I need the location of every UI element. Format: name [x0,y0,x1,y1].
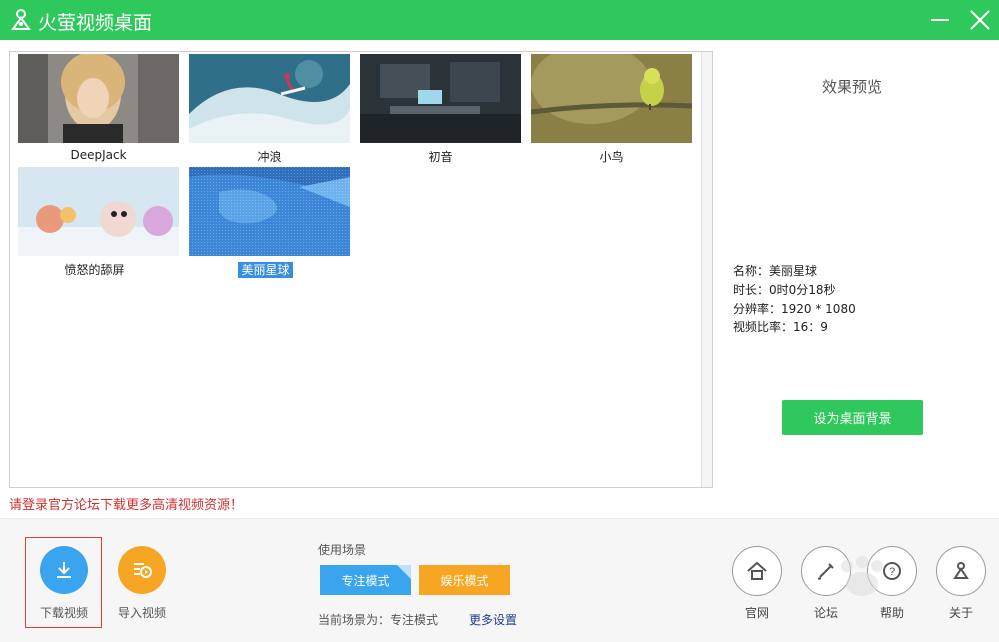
import-video-button[interactable] [118,546,166,594]
video-thumbnail-deepjack[interactable] [18,54,179,143]
video-caption: 冲浪 [257,150,282,164]
download-video-label: 下载视频 [39,606,88,620]
more-settings-link[interactable]: 更多设置 [469,611,517,628]
video-caption: 小鸟 [599,150,624,164]
focus-mode-label: 专注模式 [341,573,390,588]
preview-title: 效果预览 [821,78,882,96]
video-thumbnail-miku[interactable] [360,54,521,143]
import-video-label: 导入视频 [117,606,166,620]
video-ratio: 视频比率：16：9 [733,320,828,334]
video-thumbnail-surfing[interactable] [189,54,350,143]
forum-notice: 请登录官方论坛下载更多高清视频资源！ [9,498,244,513]
video-caption: 初音 [428,150,453,164]
baidu-watermark-icon [762,556,952,616]
video-caption: DeepJack [70,148,127,162]
app-title: 火萤视频桌面 [38,12,153,34]
video-thumbnail-planet[interactable] [189,167,350,256]
minimize-icon [931,19,949,21]
video-caption: 愤怒的舔屏 [64,263,125,277]
gallery-scrollbar[interactable] [701,52,712,487]
title-bar: 火萤视频桌面 [0,0,999,40]
scene-label: 使用场景 [318,543,367,557]
video-duration: 时长：0时0分18秒 [733,283,836,297]
current-scene-status: 当前场景为：专注模式 [318,613,439,627]
video-thumbnail-bird[interactable] [531,54,692,143]
minimize-button[interactable] [926,6,954,34]
focus-mode-button[interactable]: 专注模式 [320,565,411,595]
video-thumbnail-angry-birds[interactable] [18,167,179,256]
firefly-logo-icon [8,7,34,33]
set-desktop-background-button[interactable]: 设为桌面背景 [782,400,923,435]
video-caption-selected: 美丽星球 [185,261,346,278]
close-button[interactable] [966,6,994,34]
selected-check-icon [397,565,411,579]
firefly-icon [953,562,969,579]
import-video-icon [134,563,152,578]
download-icon [57,562,71,578]
entertainment-mode-button[interactable]: 娱乐模式 [419,565,510,595]
video-name: 名称：美丽星球 [733,264,818,278]
close-icon [970,10,990,30]
download-video-button[interactable] [40,546,88,594]
video-resolution: 分辨率：1920 * 1080 [733,302,856,316]
